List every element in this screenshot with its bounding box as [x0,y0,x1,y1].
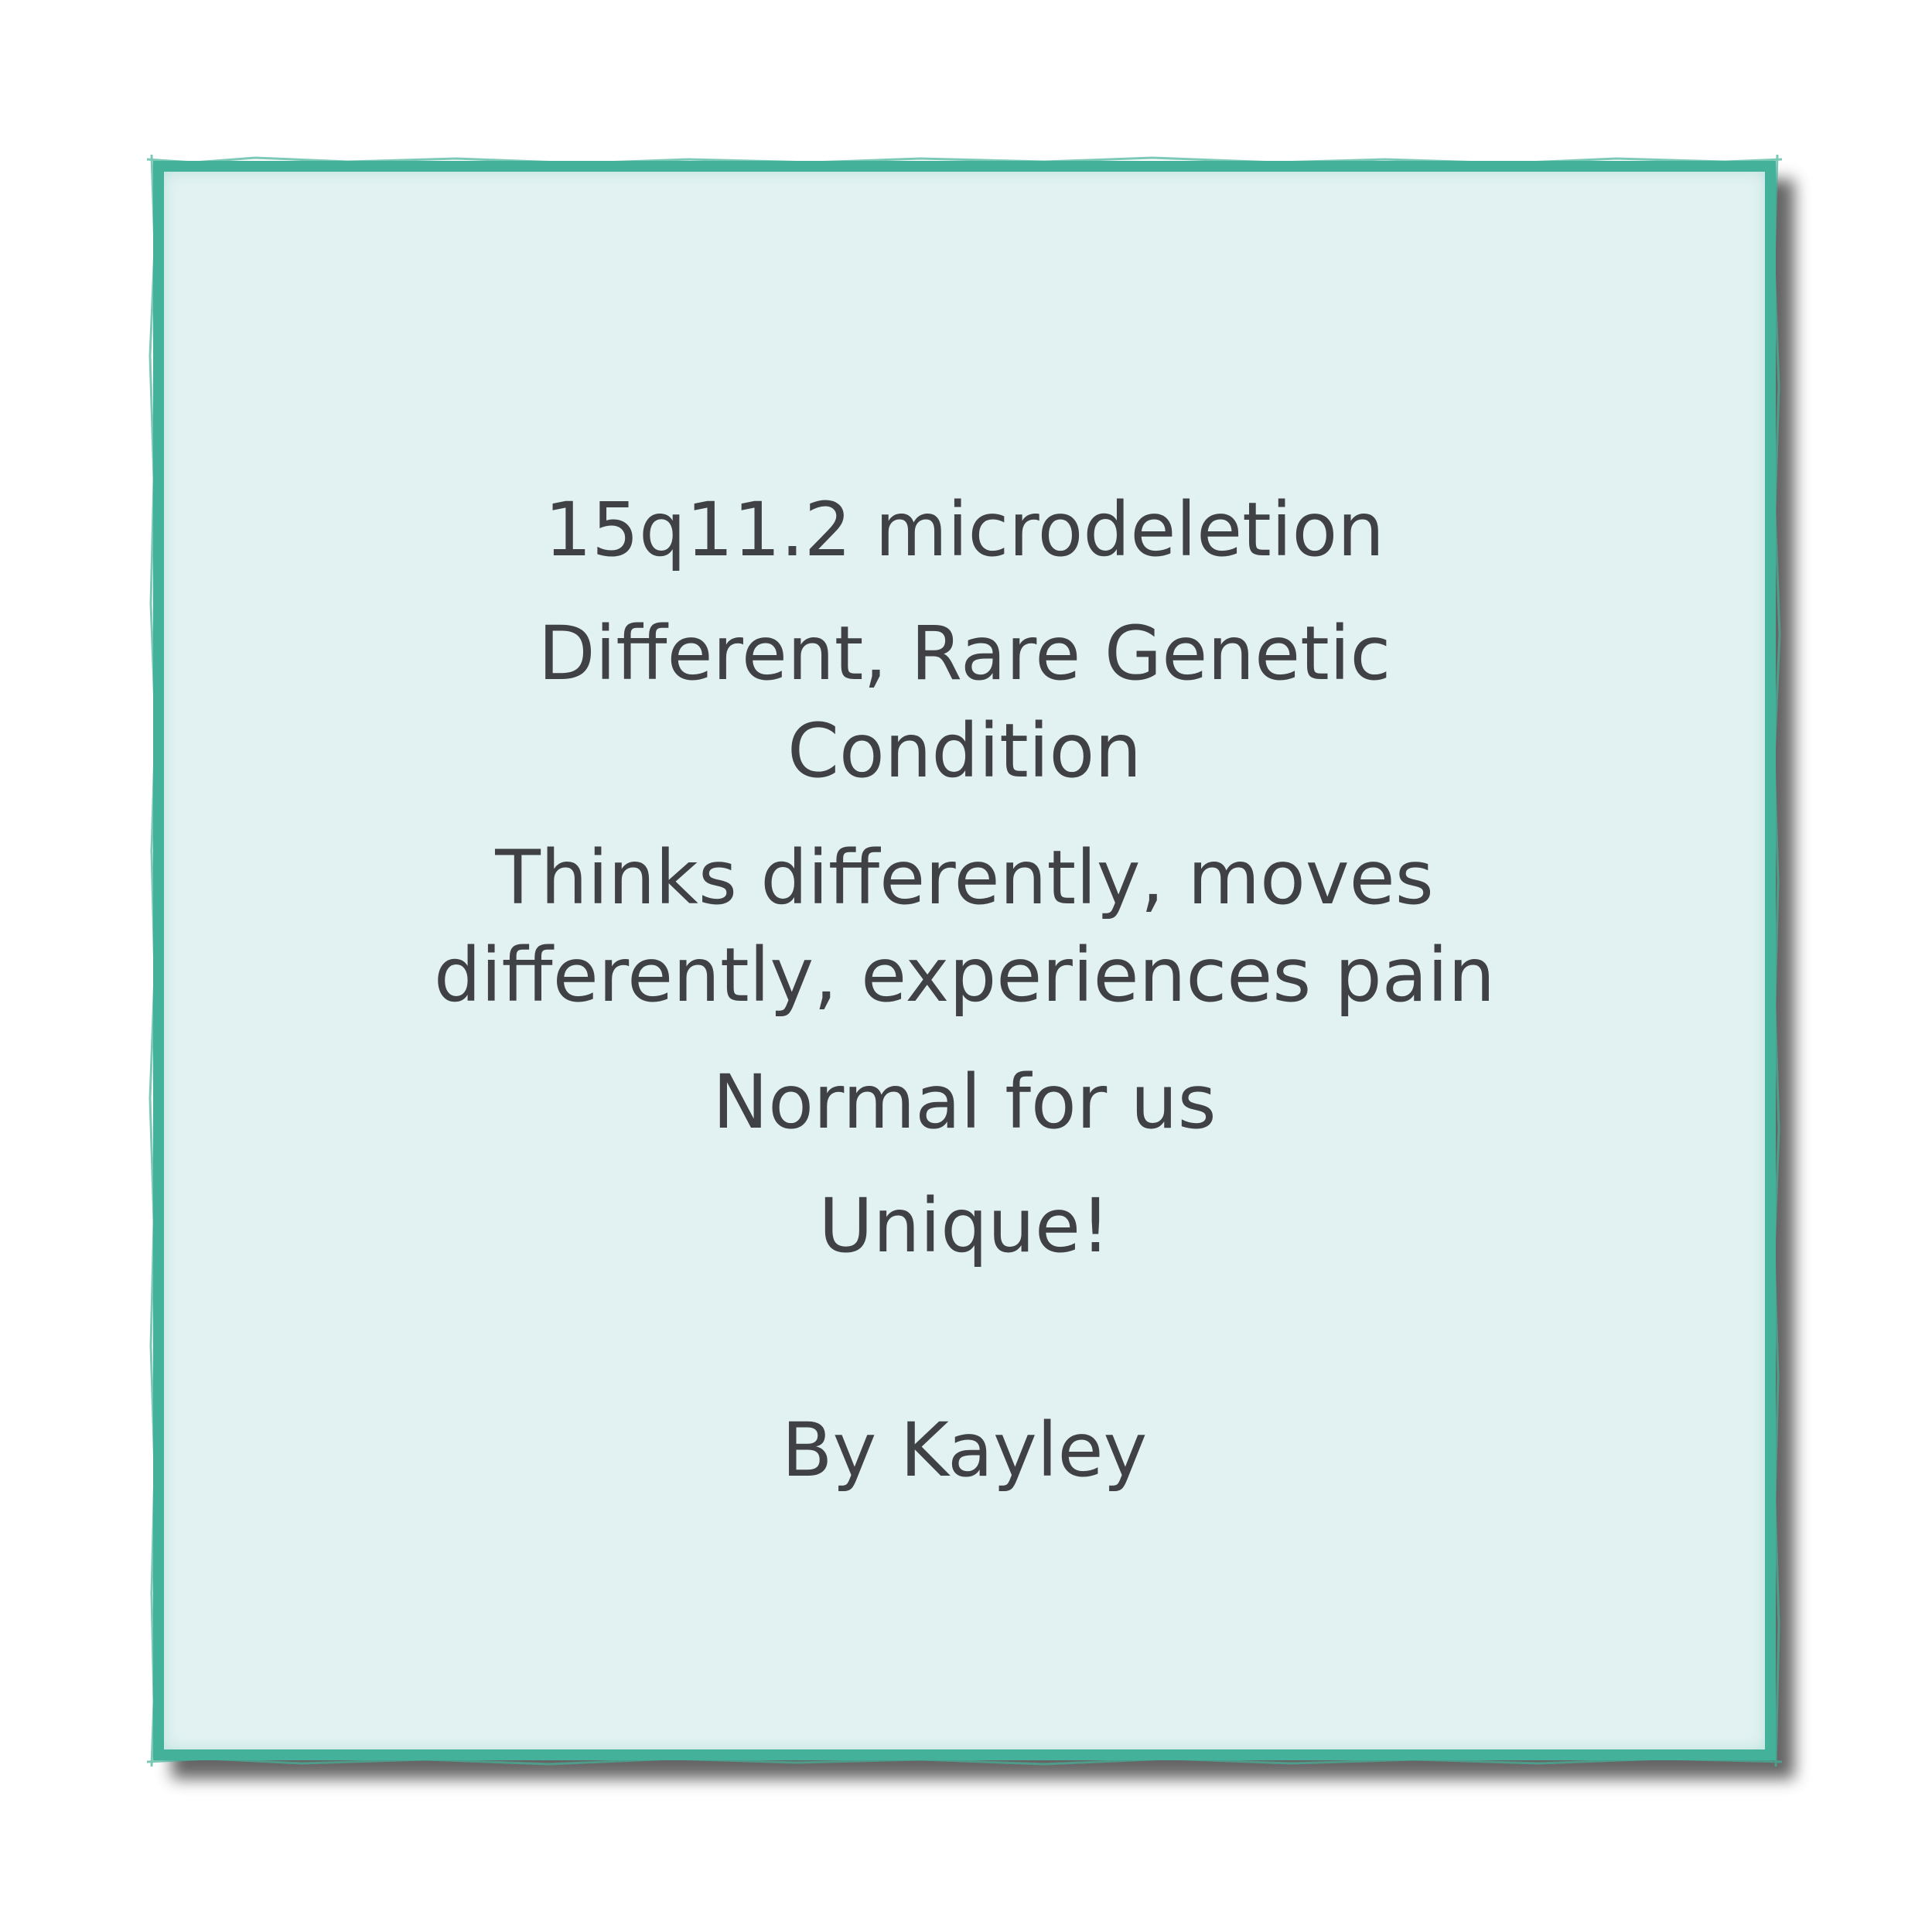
line-unique: Unique! [818,1183,1111,1269]
line-thinks-differently: Thinks differently, moves [495,835,1434,921]
line-experiences-pain: differently, experiences pain [433,932,1496,1019]
line-normal-for-us: Normal for us [712,1059,1217,1145]
line-author: By Kayley [781,1407,1148,1493]
line-condition: Condition [787,708,1142,794]
line-different-rare: Different, Rare Genetic [538,610,1391,697]
page: 15q11.2 microdeletion Different, Rare Ge… [0,0,1932,1932]
text-card: 15q11.2 microdeletion Different, Rare Ge… [153,161,1776,1760]
line-condition-name: 15q11.2 microdeletion [544,486,1385,573]
card-text: 15q11.2 microdeletion Different, Rare Ge… [164,172,1765,1749]
